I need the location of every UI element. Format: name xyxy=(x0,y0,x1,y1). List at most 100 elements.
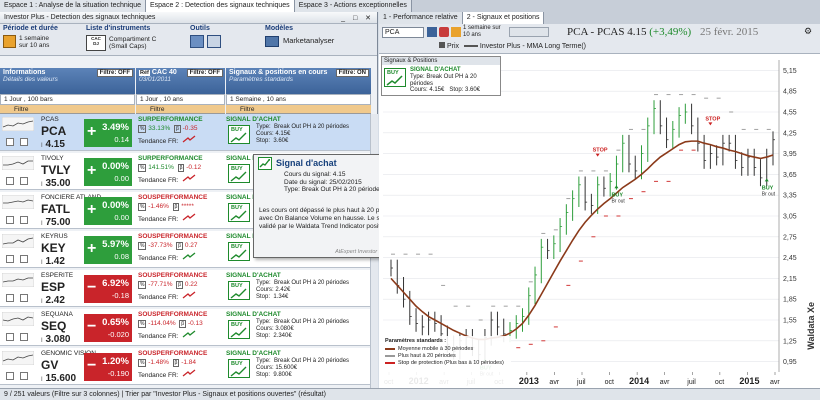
signal-cours: 2.42€ xyxy=(275,287,291,293)
tooltip-details: Cours du signal: 4.15 Date du signal: 25… xyxy=(284,171,383,194)
row-checkbox[interactable] xyxy=(6,333,14,341)
performance-beta: -0.13 xyxy=(187,320,203,327)
beta-icon: β xyxy=(179,320,187,328)
stop-annotation: STOP xyxy=(705,116,720,122)
instrument-price-group: I 3.080 xyxy=(41,334,70,345)
change-badge: + 0.00% 0.00 xyxy=(84,197,132,225)
workspace-tab-2[interactable]: Espace 2 : Detection des signaux techniq… xyxy=(145,0,295,12)
performance-title: SURPERFORMANCE xyxy=(138,155,203,162)
price-swatch xyxy=(439,42,445,48)
instrument-price-group: I 4.15 xyxy=(41,139,65,150)
chart-periode[interactable]: 1 semaine sur 10 ans xyxy=(463,25,507,38)
tools-icon[interactable] xyxy=(190,35,204,48)
instrument-row[interactable]: GENOMIC VISION GV I 15.600 − 1.20% -0.19… xyxy=(0,348,370,385)
row-checkbox[interactable] xyxy=(6,372,14,380)
instrument-row[interactable]: ESPERITE ESP I 2.42 − 6.92% -0.18 SOUSPE… xyxy=(0,270,370,307)
chart-tab-2[interactable]: 2 - Signaux et positions xyxy=(462,12,545,24)
periode-value: 1 semaine sur 10 ans xyxy=(19,35,50,49)
instrument-row[interactable]: PCAS PCA I 4.15 + 3.49% 0.14 SURPERFORMA… xyxy=(0,114,370,151)
period-select-3[interactable]: 1 Semaine , 10 ans xyxy=(226,94,371,105)
change-badge: − 0.65% -0.020 xyxy=(84,314,132,342)
signal-cell[interactable]: SIGNAL D'ACHAT BUY Type: Break Out PH à … xyxy=(226,272,366,300)
period-select-2[interactable]: 1 Jour , 10 ans xyxy=(136,94,225,105)
filter-toggle-signal[interactable]: Filtre: ON xyxy=(335,69,369,77)
buy-icon: BUY xyxy=(384,68,406,87)
search-icon[interactable] xyxy=(427,27,437,37)
symbol-search-input[interactable]: PCA xyxy=(382,27,424,38)
signal-cell[interactable]: SIGNAL D'ACHAT BUY Type: Break Out PH à … xyxy=(226,311,366,339)
row-checkbox[interactable] xyxy=(6,138,14,146)
filter-toggle-info[interactable]: Filtre: OFF xyxy=(96,69,133,77)
filter-icon[interactable] xyxy=(207,35,221,48)
row-checkbox[interactable] xyxy=(6,255,14,263)
performance-cell: SURPERFORMANCE % 141.51% β -0.12 Tendanc… xyxy=(138,155,224,184)
row-info-checkbox[interactable] xyxy=(20,333,28,341)
x-tick-label: oct xyxy=(715,379,724,386)
calendar-icon-chart[interactable] xyxy=(451,27,461,37)
performance-title: SOUSPERFORMANCE xyxy=(138,233,208,240)
instrument-price: 2.42 xyxy=(45,295,65,306)
signal-type: Break Out PH à 20 périodes xyxy=(274,358,350,364)
instrument-price-group: I 35.00 xyxy=(41,178,70,189)
signal-details: Type: Break Out PH à 20 périodes Cours: … xyxy=(256,358,350,378)
y-tick-label: 2,45 xyxy=(783,255,797,262)
performance-cell: SURPERFORMANCE % 33.13% β -0.35 Tendance… xyxy=(138,116,224,145)
row-info-checkbox[interactable] xyxy=(20,294,28,302)
tendance-label: Tendance FR: xyxy=(138,333,179,340)
row-info-checkbox[interactable] xyxy=(20,138,28,146)
trend-arrow-icon xyxy=(182,135,196,145)
row-info-checkbox[interactable] xyxy=(20,177,28,185)
workspace-tab-3[interactable]: Espace 3 - Actions exceptionnelles xyxy=(294,0,412,12)
x-tick-label: avr xyxy=(549,379,559,386)
chart-settings-icon[interactable]: ⚙ xyxy=(804,26,816,38)
filter-row-2[interactable]: Filtre xyxy=(136,105,225,114)
mma-swatch xyxy=(463,45,478,48)
x-tick-label: 2014 xyxy=(629,376,649,386)
change-sign: + xyxy=(87,123,97,140)
signal-title: SIGNAL D'ACHAT xyxy=(226,350,281,357)
row-checkbox[interactable] xyxy=(6,294,14,302)
signal-cell[interactable]: SIGNAL D'ACHAT BUY Type: Break Out PH à … xyxy=(226,350,366,378)
filter-toggle-ref[interactable]: Filtre: OFF xyxy=(186,69,223,77)
alert-icon[interactable] xyxy=(439,27,449,37)
instrument-price: 3.080 xyxy=(45,334,71,345)
filter-row-1[interactable]: Filtre xyxy=(0,105,135,114)
signal-cell[interactable]: SIGNAL D'ACHAT BUY Type: Break Out PH à … xyxy=(226,116,366,144)
price-prefix: I xyxy=(41,299,43,305)
performance-beta: -1.84 xyxy=(181,359,197,366)
signal-details: Type: Break Out PH à 20 périodes Cours: … xyxy=(256,124,350,144)
row-checkbox[interactable] xyxy=(6,216,14,224)
instrument-symbol: TVLY xyxy=(41,163,71,177)
beta-icon: β xyxy=(172,359,180,367)
change-badge: + 5.97% 0.08 xyxy=(84,236,132,264)
instrument-name: SEQUANA xyxy=(41,311,73,318)
col-signaux: Signaux & positions en cours Paramètres … xyxy=(226,68,371,94)
sparkline xyxy=(2,351,34,365)
chart-tab-1[interactable]: 1 - Performance relative xyxy=(379,12,463,24)
outils-group[interactable]: Outils xyxy=(190,25,221,48)
row-info-checkbox[interactable] xyxy=(20,372,28,380)
signal-title: SIGNAL D'ACHAT xyxy=(226,272,281,279)
chart-tools-group[interactable] xyxy=(509,27,549,37)
period-select-1[interactable]: 1 Jour , 100 bars xyxy=(0,94,135,105)
workspace-tab-1[interactable]: Espace 1 : Analyse de la situation techn… xyxy=(0,0,146,12)
instrument-row[interactable]: SEQUANA SEQ I 3.080 − 0.65% -0.020 SOUSP… xyxy=(0,309,370,346)
performance-pct: 33.13% xyxy=(148,125,171,132)
liste-group[interactable]: Liste d'instruments CAC DJ Compartiment C… xyxy=(86,25,156,51)
modeles-group[interactable]: Modèles Marketanalyser xyxy=(265,25,334,47)
row-info-checkbox[interactable] xyxy=(20,255,28,263)
row-info-checkbox[interactable] xyxy=(20,216,28,224)
row-checkbox[interactable] xyxy=(6,177,14,185)
filter-row-3[interactable]: Filtre xyxy=(226,105,371,114)
change-badge: + 3.49% 0.14 xyxy=(84,119,132,147)
col-reference-title: CAC 40 xyxy=(151,69,177,76)
instrument-price: 75.00 xyxy=(45,217,71,228)
periode-group[interactable]: Période et durée 1 semaine sur 10 ans xyxy=(3,25,58,49)
change-pct: 0.00% xyxy=(102,200,129,211)
percent-icon: % xyxy=(138,320,147,328)
period-value-1: 1 Jour , 100 bars xyxy=(4,96,53,103)
legend-swatch xyxy=(385,347,395,350)
tooltip-title: Signal d'achat xyxy=(276,158,337,168)
chart-toolbar: PCA 1 semaine sur 10 ans PCA - PCAS 4.15… xyxy=(379,24,820,54)
buy-signal-icon: BUY xyxy=(228,125,250,144)
